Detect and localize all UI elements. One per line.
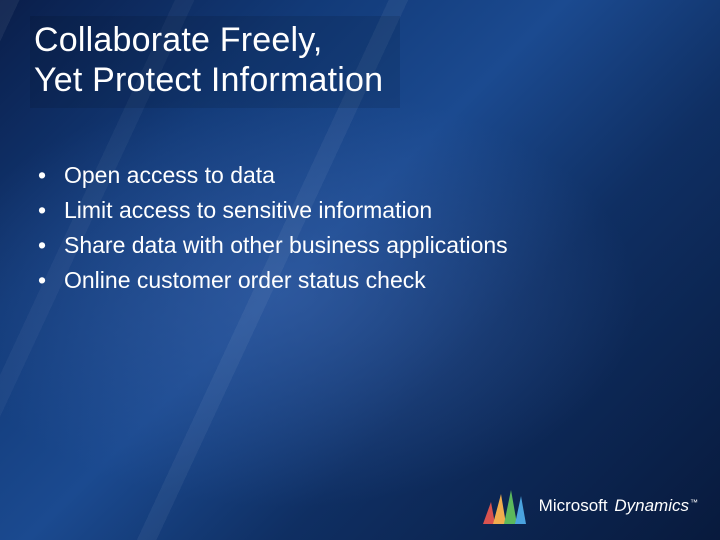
trademark-symbol: ™	[690, 498, 698, 507]
bullet-text: Share data with other business applicati…	[64, 232, 508, 258]
title-line-2: Yet Protect Information	[34, 61, 383, 99]
title-line-1: Collaborate Freely,	[34, 21, 323, 59]
body-area: Open access to data Limit access to sens…	[30, 160, 690, 300]
bullet-text: Open access to data	[64, 162, 275, 188]
list-item: Share data with other business applicati…	[30, 230, 690, 261]
bullet-list: Open access to data Limit access to sens…	[30, 160, 690, 296]
logo-text: Microsoft Dynamics™	[539, 496, 698, 516]
title-area: Collaborate Freely, Yet Protect Informat…	[30, 16, 690, 108]
dynamics-logo-icon	[481, 486, 527, 526]
list-item: Limit access to sensitive information	[30, 195, 690, 226]
logo-product: Dynamics	[614, 496, 689, 515]
title-bar: Collaborate Freely, Yet Protect Informat…	[30, 16, 400, 108]
bullet-text: Online customer order status check	[64, 267, 426, 293]
footer: Microsoft Dynamics™	[481, 486, 698, 526]
slide: Collaborate Freely, Yet Protect Informat…	[0, 0, 720, 540]
logo-brand: Microsoft	[539, 496, 608, 515]
list-item: Open access to data	[30, 160, 690, 191]
list-item: Online customer order status check	[30, 265, 690, 296]
bullet-text: Limit access to sensitive information	[64, 197, 432, 223]
slide-title: Collaborate Freely, Yet Protect Informat…	[34, 20, 394, 100]
